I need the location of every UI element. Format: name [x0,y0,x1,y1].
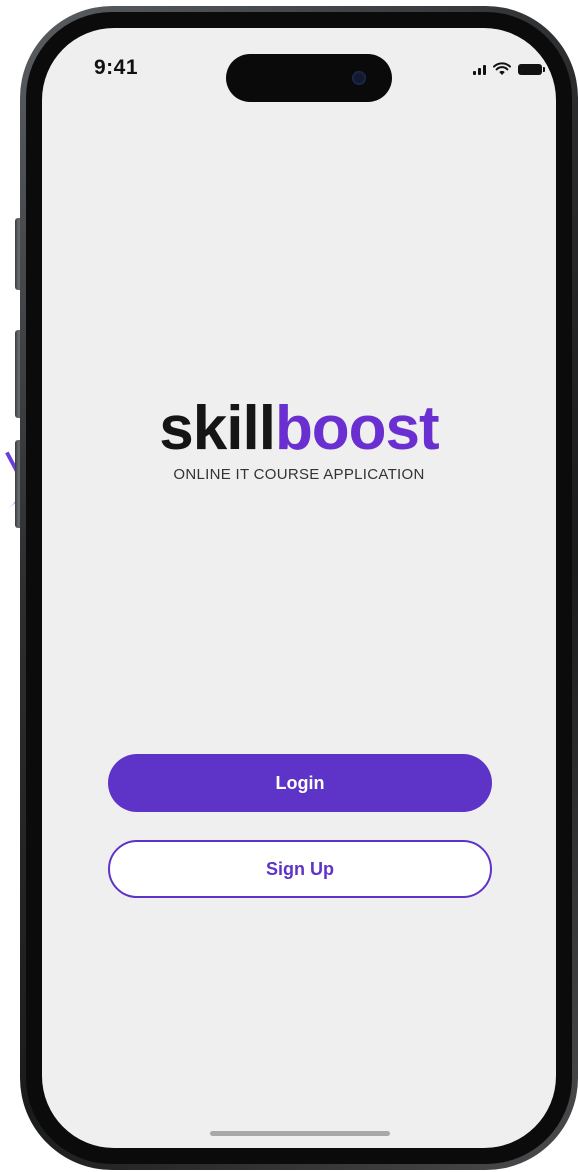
front-camera-icon [352,71,366,85]
dynamic-island [226,54,392,102]
home-indicator[interactable] [210,1131,390,1136]
status-icons [473,62,545,76]
logo-wordmark: skill boost [159,394,440,463]
login-button[interactable]: Login [108,754,492,812]
logo-word-purple: boost [274,394,440,463]
signup-button[interactable]: Sign Up [108,840,492,898]
logo-tagline: ONLINE IT COURSE APPLICATION [173,466,425,483]
phone-bezel: 9:41 skill boost ONLINE IT COURSE APPLIC… [26,12,572,1164]
status-time: 9:41 [94,56,139,79]
app-logo: skill boost ONLINE IT COURSE APPLICATION [42,394,556,484]
wifi-icon [493,62,511,75]
signal-icon [473,63,486,75]
app-screen: 9:41 skill boost ONLINE IT COURSE APPLIC… [42,28,556,1148]
battery-icon [518,63,545,75]
device-mockup: 9:41 skill boost ONLINE IT COURSE APPLIC… [0,0,578,1172]
logo-word-dark: skill [159,394,276,463]
phone-frame: 9:41 skill boost ONLINE IT COURSE APPLIC… [20,6,578,1170]
